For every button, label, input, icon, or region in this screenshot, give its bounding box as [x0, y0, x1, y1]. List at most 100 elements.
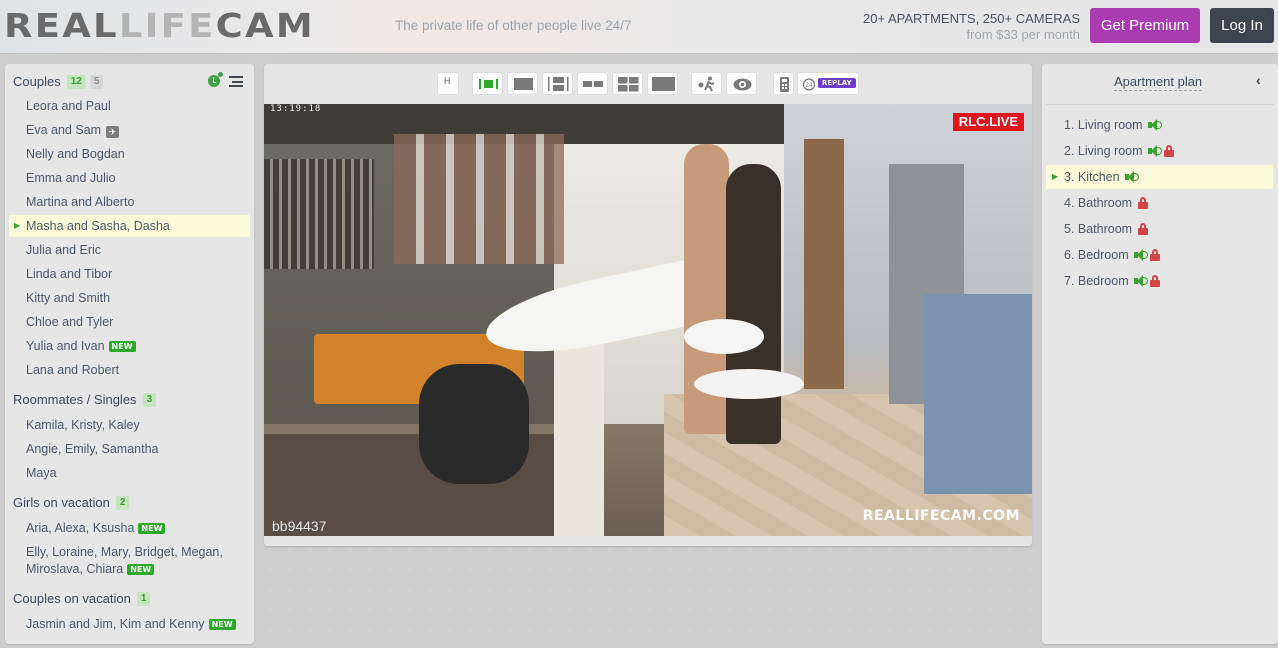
speaker-icon [1147, 119, 1162, 131]
apartment-item[interactable]: Nelly and Bogdan [9, 143, 250, 165]
apartment-item[interactable]: Kamila, Kristy, Kaley [9, 414, 250, 436]
apartment-item[interactable]: Eva and Sam ✈ [9, 119, 250, 141]
active-arrow-icon: ▶ [14, 221, 21, 230]
room-item[interactable]: 6. Bedroom [1046, 243, 1273, 267]
group-title-roommates: Roommates / Singles 3 [13, 391, 157, 409]
apartment-item[interactable]: Leora and Paul [9, 95, 250, 117]
apartment-item-active[interactable]: ▶ Masha and Sasha, Dasha [9, 215, 250, 237]
collapse-chevron-icon[interactable]: ‹ [1256, 72, 1261, 88]
scene-posters [394, 134, 564, 264]
room-item[interactable]: 7. Bedroom [1046, 269, 1273, 293]
scene-stool [694, 369, 804, 399]
apartment-item[interactable]: Yulia and Ivan NEW [9, 335, 250, 357]
lock-icon [1149, 249, 1160, 261]
apartment-label: Aria, Alexa, Ksusha [26, 521, 135, 535]
player-panel: H 24 REPLAY 13:19:18 RLC.LIVE bb94437 RE… [264, 64, 1032, 546]
group-title-couples-vacation: Couples on vacation 1 [13, 590, 151, 608]
new-badge: NEW [127, 564, 155, 575]
count-badge: 3 [142, 393, 157, 407]
group-label: Couples on vacation [13, 591, 131, 606]
apartment-item[interactable]: Chloe and Tyler [9, 311, 250, 333]
room-item[interactable]: 2. Living room [1046, 139, 1273, 163]
group-label: Couples [13, 74, 61, 89]
apartment-label: Leora and Paul [26, 99, 111, 113]
mobile-view-button[interactable] [773, 72, 794, 95]
replay-24-icon: 24 [802, 78, 816, 91]
scene-stool [684, 319, 764, 354]
hd-toggle-button[interactable]: H [437, 72, 459, 95]
apartments-sidebar: Couples 12 5 Leora and Paul Eva and Sam ✈… [5, 64, 254, 644]
lock-icon [1163, 145, 1174, 157]
new-badge: NEW [208, 619, 236, 630]
watermark: REALLIFECAM.COM [862, 508, 1020, 524]
log-in-button[interactable]: Log In [1210, 8, 1274, 43]
apartment-label: Nelly and Bogdan [26, 147, 125, 161]
menu-list-icon[interactable] [229, 76, 243, 87]
apartment-item[interactable]: Emma and Julio [9, 167, 250, 189]
room-item[interactable]: 1. Living room [1046, 113, 1273, 137]
apartment-label: Angie, Emily, Samantha [26, 442, 159, 456]
apartment-label: Julia and Eric [26, 243, 102, 257]
apartment-label: Martina and Alberto [26, 195, 135, 209]
apartment-label: Kamila, Kristy, Kaley [26, 418, 140, 432]
apartment-label: Eva and Sam [26, 123, 102, 137]
site-logo[interactable]: REALLIFECAM [4, 9, 315, 42]
apartment-item[interactable]: Aria, Alexa, Ksusha NEW [9, 517, 250, 539]
scene-person [726, 164, 781, 444]
apartment-label: Lana and Robert [26, 363, 120, 377]
replay-button[interactable]: 24 REPLAY [797, 72, 859, 95]
apartment-label: Kitty and Smith [26, 291, 111, 305]
speaker-icon [1133, 249, 1148, 261]
layout-single-button[interactable] [507, 72, 538, 95]
logo-cam: CAM [215, 6, 315, 45]
tagline: The private life of other people live 24… [395, 18, 632, 33]
room-item[interactable]: 4. Bathroom [1046, 191, 1273, 215]
live-badge: RLC.LIVE [952, 113, 1024, 131]
divider [1046, 104, 1274, 105]
apartment-item[interactable]: Elly, Loraine, Mary, Bridget, Megan, Mir… [9, 543, 250, 579]
room-label: 5. Bathroom [1064, 222, 1133, 236]
apartment-label: Emma and Julio [26, 171, 116, 185]
apartment-item[interactable]: Angie, Emily, Samantha [9, 438, 250, 460]
motion-detect-button[interactable] [691, 72, 722, 95]
layout-two-button[interactable] [577, 72, 608, 95]
apartment-item[interactable]: Lana and Robert [9, 359, 250, 381]
speaker-icon [1133, 275, 1148, 287]
apartment-label: Linda and Tibor [26, 267, 113, 281]
apartment-plan-panel: Apartment plan ‹ 1. Living room 2. Livin… [1042, 64, 1278, 644]
get-premium-button[interactable]: Get Premium [1090, 8, 1200, 43]
camera-id: bb94437 [272, 518, 327, 534]
apartment-label: Masha and Sasha, Dasha [26, 219, 170, 233]
apartment-item[interactable]: Jasmin and Jim, Kim and Kenny NEW [9, 613, 250, 635]
apartment-item[interactable]: Kitty and Smith [9, 287, 250, 309]
apartment-plan-title[interactable]: Apartment plan [1114, 74, 1203, 91]
replay-label: REPLAY [818, 78, 856, 88]
hd-label: H [444, 76, 451, 86]
layout-four-button[interactable] [612, 72, 643, 95]
motion-walking-icon [698, 76, 715, 92]
group-title-couples: Couples 12 5 [13, 73, 104, 91]
apartment-item[interactable]: Julia and Eric [9, 239, 250, 261]
view-button[interactable] [726, 72, 757, 95]
apartment-label: Elly, Loraine, Mary, Bridget, Megan, Mir… [26, 545, 223, 576]
apartment-item[interactable]: Maya [9, 462, 250, 484]
layout-vertical-split-button[interactable] [542, 72, 573, 95]
schedule-clock-icon[interactable] [208, 75, 220, 87]
live-video-stream[interactable]: 13:19:18 RLC.LIVE bb94437 REALLIFECAM.CO… [264, 104, 1032, 536]
airplane-icon: ✈ [106, 126, 120, 138]
layout-two-icon [583, 81, 603, 87]
layout-fullwidth-button[interactable] [647, 72, 678, 95]
room-item[interactable]: 5. Bathroom [1046, 217, 1273, 241]
apartment-item[interactable]: Martina and Alberto [9, 191, 250, 213]
room-label: 1. Living room [1064, 118, 1143, 132]
speaker-icon [1147, 145, 1162, 157]
scene-pillar [554, 334, 604, 536]
room-item-active[interactable]: ▶ 3. Kitchen [1046, 165, 1273, 189]
apartment-item[interactable]: Linda and Tibor [9, 263, 250, 285]
room-label: 7. Bedroom [1064, 274, 1129, 288]
svg-text:24: 24 [806, 83, 813, 89]
layout-single-small-button[interactable] [472, 72, 503, 95]
lock-icon [1149, 275, 1160, 287]
layout-single-icon [514, 78, 533, 90]
group-label: Roommates / Singles [13, 392, 137, 407]
